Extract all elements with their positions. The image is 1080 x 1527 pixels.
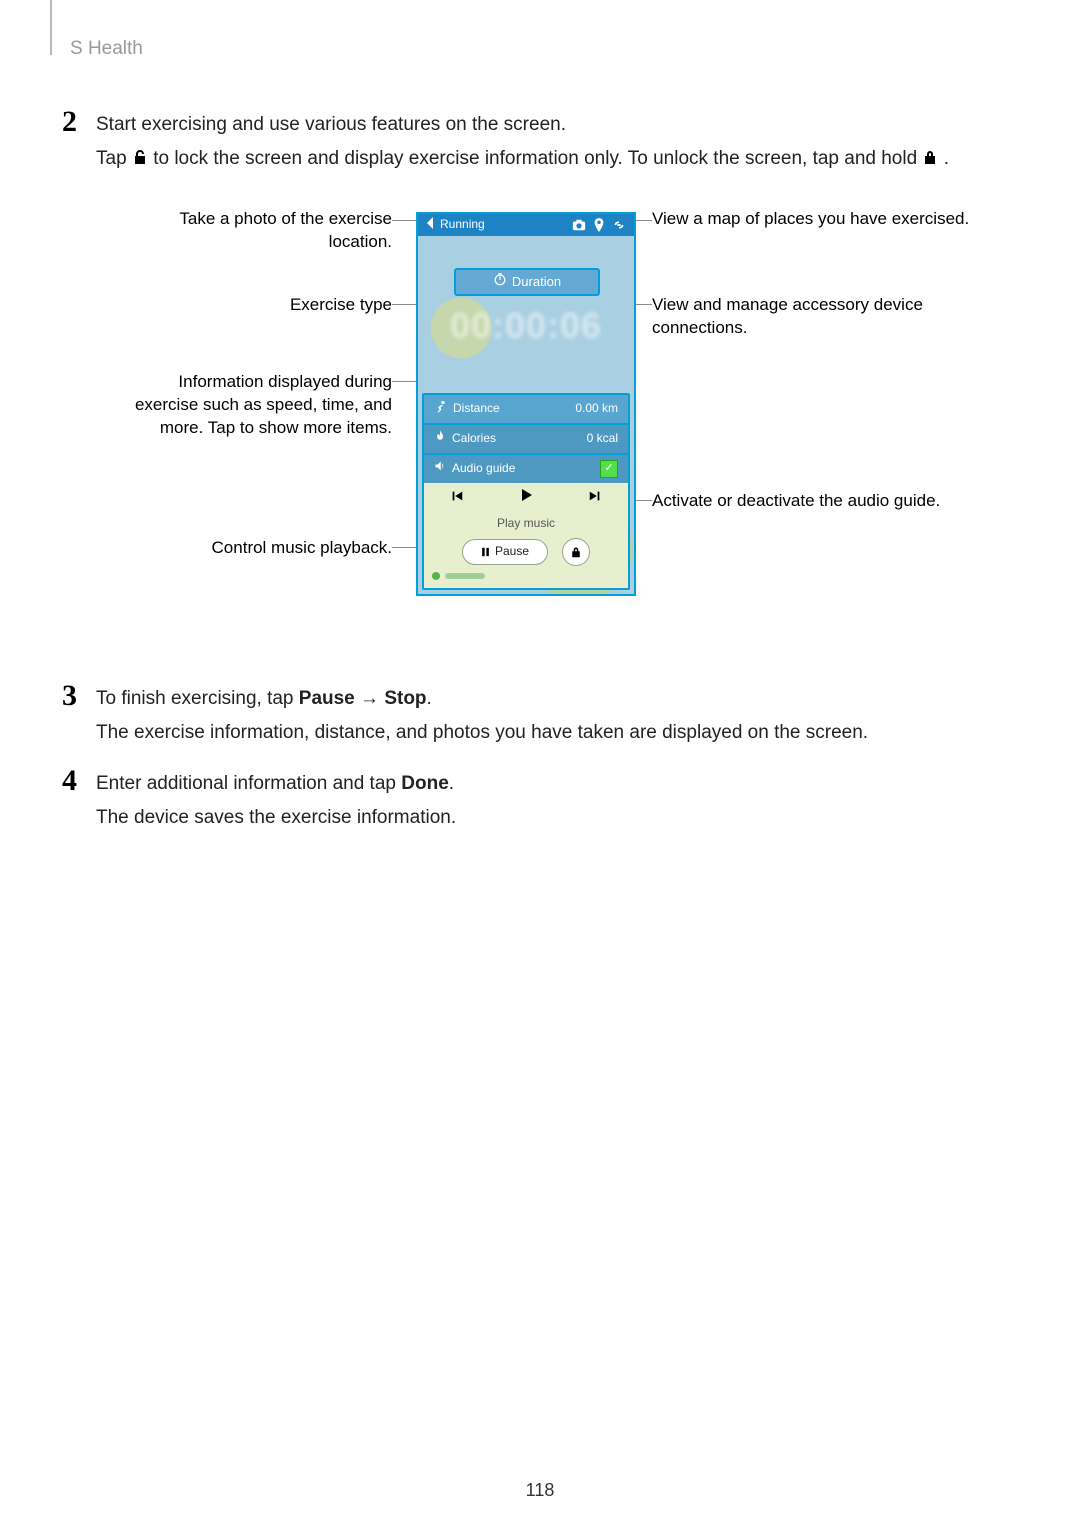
step-4-line-1: Enter additional information and tap Don… [96,770,1010,798]
step-2-line-1: Start exercising and use various feature… [96,111,1010,139]
runner-icon [434,400,447,418]
exercise-timer: 00:00:06 [418,300,634,352]
pause-label: Pause [495,543,529,560]
exercise-panel: Distance 0.00 km Calories 0 kcal [422,393,630,590]
callout-map-places: View a map of places you have exercised. [652,208,972,231]
text: . [944,148,949,169]
speaker-icon [434,460,446,477]
music-controls [424,483,628,513]
callout-exercise-type: Exercise type [132,294,392,317]
text: To finish exercising, tap [96,688,299,709]
annotated-screenshot: Take a photo of the exercise location. E… [132,208,1002,653]
step-3-line-2: The exercise information, distance, and … [96,719,1010,747]
text: . [427,688,432,709]
lock-screen-button[interactable] [562,538,590,566]
lock-icon [922,146,938,162]
duration-pill[interactable]: Duration [454,268,600,296]
callout-photo: Take a photo of the exercise location. [132,208,392,254]
play-icon[interactable] [518,484,534,512]
distance-value: 0.00 km [575,400,618,417]
text: to lock the screen and display exercise … [153,148,922,169]
camera-icon[interactable] [572,218,586,232]
phone-topbar: Running [418,214,634,236]
pause-bold: Pause [299,688,355,709]
step-2: 2 Start exercising and use various featu… [62,105,1010,661]
audio-guide-row[interactable]: Audio guide ✓ [424,453,628,483]
audio-guide-label: Audio guide [452,460,515,477]
audio-guide-checkbox[interactable]: ✓ [600,460,618,478]
step-2-line-2: Tap to lock the screen and display exerc… [96,145,1010,173]
status-indicator [424,566,628,580]
step-4-line-2: The device saves the exercise informatio… [96,804,1010,832]
pause-button[interactable]: Pause [462,539,548,565]
section-breadcrumb: S Health [70,35,143,63]
duration-label: Duration [512,273,561,292]
text: → [355,688,385,709]
exercise-type-title[interactable]: Running [440,216,485,233]
next-track-icon[interactable] [588,484,602,512]
stop-bold: Stop [384,688,426,709]
text: Enter additional information and tap [96,773,401,794]
calories-row[interactable]: Calories 0 kcal [424,423,628,453]
page-number: 118 [0,1477,1080,1503]
callout-accessory: View and manage accessory device connect… [652,294,972,340]
prev-track-icon[interactable] [450,484,464,512]
stopwatch-icon [493,272,507,292]
text: . [449,773,454,794]
step-3-line-1: To finish exercising, tap Pause → Stop. [96,685,1010,713]
callout-audio: Activate or deactivate the audio guide. [652,490,972,513]
step-number: 4 [62,764,96,796]
flame-icon [434,430,446,447]
calories-label: Calories [452,430,496,447]
distance-row[interactable]: Distance 0.00 km [424,395,628,423]
link-icon[interactable] [612,218,626,232]
step-number: 3 [62,679,96,711]
done-bold: Done [401,773,449,794]
phone-screenshot: Running [416,212,636,596]
status-dot-icon [432,572,440,580]
pause-icon [481,547,490,557]
callout-info-display: Information displayed during exercise su… [132,371,392,440]
step-number: 2 [62,105,96,137]
status-bar [445,573,485,579]
step-3: 3 To finish exercising, tap Pause → Stop… [62,679,1010,746]
callout-music: Control music playback. [132,537,392,560]
step-4: 4 Enter additional information and tap D… [62,764,1010,831]
play-music-label: Play music [424,513,628,538]
location-pin-icon[interactable] [592,218,606,232]
lock-icon [570,546,582,558]
back-chevron-icon[interactable] [426,216,434,235]
header-rule [50,0,52,55]
lock-open-icon [132,146,148,162]
distance-label: Distance [453,400,500,417]
calories-value: 0 kcal [587,430,618,447]
text: Tap [96,148,132,169]
